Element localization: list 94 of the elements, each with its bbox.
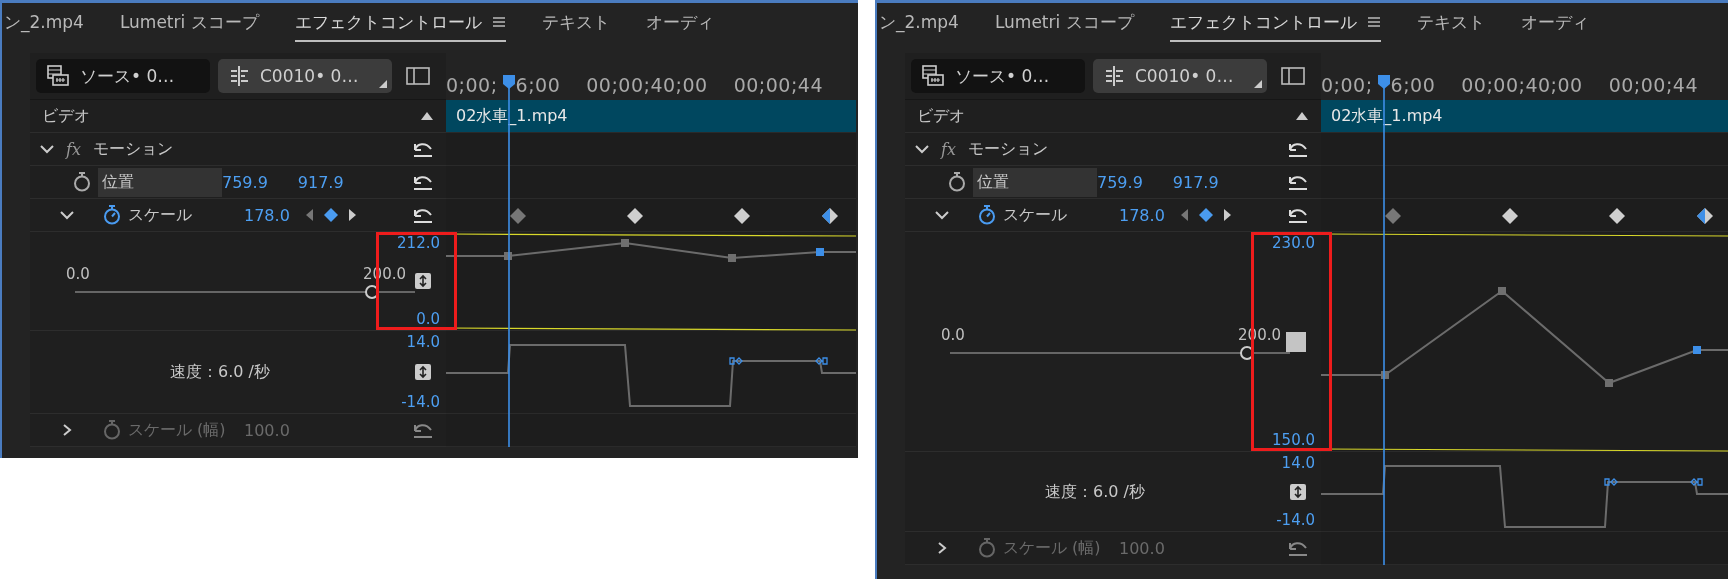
collapse-triangle-icon[interactable]: [420, 111, 434, 121]
panel-layout-icon[interactable]: [406, 66, 430, 86]
speed-readout: 速度：6.0 /秒: [1045, 481, 1145, 502]
chevron-down-icon[interactable]: [935, 210, 949, 220]
film-icon: [921, 64, 945, 88]
timecode: 0;00;: [1321, 74, 1373, 96]
keyframe[interactable]: [1609, 208, 1625, 224]
property-name: 位置: [98, 167, 222, 197]
property-name: スケール: [128, 204, 193, 226]
clip-bar[interactable]: 02水車_1.mp4: [1321, 100, 1728, 133]
value-field[interactable]: 759.9: [222, 172, 268, 192]
value-field[interactable]: 917.9: [297, 172, 344, 192]
fx-label: fx: [941, 139, 956, 159]
clip-tab[interactable]: C0010• 0…: [1093, 59, 1267, 93]
bezier-handle[interactable]: [815, 357, 828, 365]
panel-tab[interactable]: Lumetri スコープ: [119, 4, 259, 42]
keyframe[interactable]: [1697, 208, 1713, 224]
timecode: 0;00;: [446, 74, 498, 96]
clip-name: 02水車_1.mp4: [456, 105, 568, 127]
right-triangle-icon[interactable]: [1222, 208, 1233, 222]
value-field[interactable]: 759.9: [1097, 172, 1143, 192]
property-name: スケール: [1003, 204, 1068, 226]
timecode: 00;00;40;00: [1461, 74, 1583, 96]
axis-value: 14.0: [1281, 454, 1315, 472]
axis-value: 0.0: [416, 310, 440, 328]
sliders-icon: [1103, 65, 1125, 87]
panel-tab[interactable]: エフェクトコントロール: [294, 4, 506, 42]
panel-tab[interactable]: オーディ: [1520, 4, 1589, 42]
up-down-arrows-icon[interactable]: [1290, 483, 1306, 500]
corner-triangle-icon: [379, 80, 387, 88]
menu-icon[interactable]: [1366, 16, 1381, 28]
effect-name: モーション: [967, 138, 1048, 160]
source-tab[interactable]: ソース• 0…: [36, 59, 210, 93]
speed-readout: 速度：6.0 /秒: [170, 361, 270, 383]
section-label: ビデオ: [917, 105, 965, 127]
chevron-down-icon[interactable]: [915, 144, 929, 154]
axis-value: 14.0: [406, 333, 440, 351]
diamond-icon[interactable]: [322, 207, 339, 223]
value-field[interactable]: 178.0: [244, 205, 290, 225]
menu-icon[interactable]: [491, 16, 506, 28]
axis-value: 230.0: [1272, 234, 1315, 252]
bezier-handle[interactable]: [1690, 478, 1703, 486]
value-field[interactable]: 917.9: [1172, 172, 1219, 192]
timecode: 6;00: [1390, 74, 1436, 96]
axis-value: -14.0: [401, 393, 440, 411]
section-label: ビデオ: [42, 105, 90, 127]
axis-value: -14.0: [1276, 511, 1315, 529]
sliders-icon: [228, 65, 250, 87]
chevron-down-icon[interactable]: [60, 210, 74, 220]
corner-triangle-icon: [1254, 80, 1262, 88]
stopwatch-icon[interactable]: [977, 205, 997, 225]
source-tab[interactable]: ソース• 0…: [911, 59, 1085, 93]
panel-tab[interactable]: テキスト: [1416, 4, 1485, 42]
chevron-down-icon[interactable]: [40, 144, 54, 154]
timecode: 6;00: [515, 74, 561, 96]
clip-bar[interactable]: 02水車_1.mp4: [446, 100, 856, 133]
effect-name: モーション: [92, 138, 173, 160]
clip-tab[interactable]: C0010• 0…: [218, 59, 392, 93]
value-field[interactable]: 178.0: [1119, 205, 1165, 225]
bezier-handle[interactable]: [729, 357, 743, 365]
timecode: 00;00;40;00: [586, 74, 708, 96]
stopwatch-icon[interactable]: [947, 172, 967, 192]
fx-label: fx: [66, 139, 81, 159]
panel-tab[interactable]: テキスト: [541, 4, 610, 42]
stopwatch-icon[interactable]: [102, 205, 122, 225]
timecode: 00;00;44: [1608, 74, 1698, 96]
keyframe[interactable]: [627, 208, 643, 224]
panel-tab[interactable]: ン_2.mp4: [4, 4, 84, 42]
clip-name: 02水車_1.mp4: [1331, 105, 1443, 127]
diamond-icon[interactable]: [1197, 207, 1214, 223]
bezier-handle[interactable]: [1604, 478, 1618, 486]
panel-tab[interactable]: Lumetri スコープ: [994, 4, 1134, 42]
panel-layout-icon[interactable]: [1281, 66, 1305, 86]
film-icon: [46, 64, 70, 88]
panel-tab[interactable]: エフェクトコントロール: [1169, 4, 1381, 42]
keyframe[interactable]: [734, 208, 750, 224]
panel-tab[interactable]: ン_2.mp4: [879, 4, 959, 42]
axis-value: 150.0: [1272, 431, 1315, 449]
collapse-triangle-icon[interactable]: [1295, 111, 1309, 121]
up-down-arrows-icon[interactable]: [415, 364, 431, 380]
axis-value: 212.0: [397, 234, 440, 252]
property-name: 位置: [973, 167, 1097, 197]
up-down-arrows-icon[interactable]: [415, 273, 431, 289]
property-name: スケール (幅): [1003, 537, 1102, 559]
stopwatch-icon[interactable]: [72, 172, 92, 192]
keyframe[interactable]: [822, 208, 838, 224]
square-icon[interactable]: [1286, 331, 1306, 352]
panel-tab[interactable]: オーディ: [645, 4, 714, 42]
timecode: 00;00;44: [733, 74, 823, 96]
property-name: スケール (幅): [128, 419, 227, 441]
slider-min-label: 0.0: [66, 265, 90, 283]
slider-min-label: 0.0: [941, 325, 965, 344]
right-triangle-icon[interactable]: [347, 208, 358, 222]
keyframe[interactable]: [1502, 208, 1518, 224]
